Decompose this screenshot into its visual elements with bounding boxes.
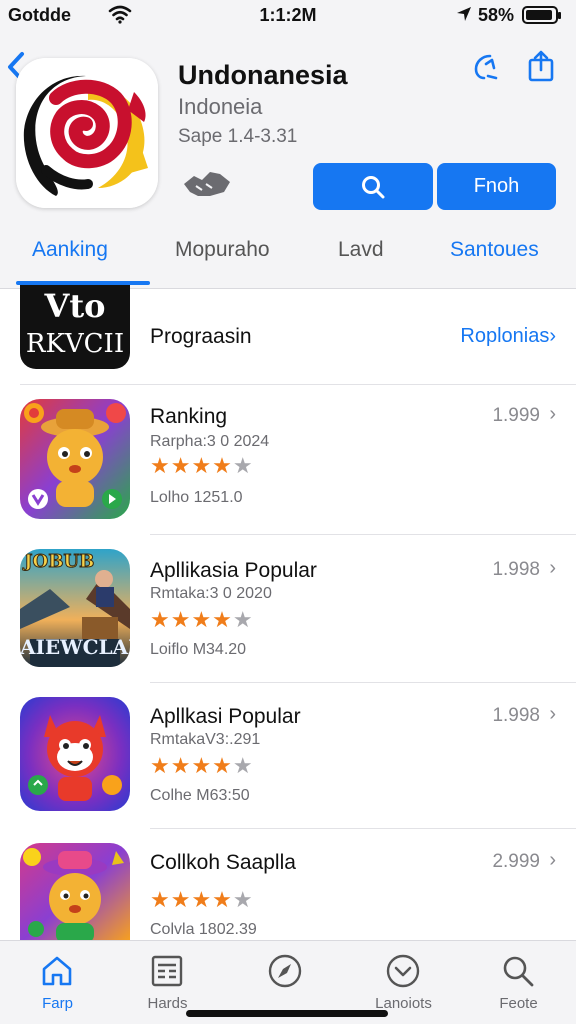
chevron-right-icon: ›: [549, 403, 556, 425]
list-item[interactable]: Apllkasi Popular RmtakaV3:.291 ★★★★★ Col…: [0, 683, 576, 829]
tab-popular[interactable]: Mopuraho: [175, 238, 270, 262]
star-rating: ★★★★★: [150, 887, 254, 913]
tab-bar-label: Feote: [499, 995, 538, 1012]
featured-icon-text-bottom: RKVCII: [25, 329, 125, 359]
chevron-right-icon: ›: [549, 557, 556, 579]
share-activity-icon[interactable]: [470, 52, 500, 82]
app-name: Apllikasia Popular: [150, 559, 317, 582]
featured-app-name: Prograasin: [150, 325, 252, 348]
stars-empty: ★: [232, 753, 254, 778]
app-price: 1.999: [492, 405, 540, 426]
status-bar: Gotdde 1:1:2M 58%: [0, 0, 576, 34]
list-icon: [151, 955, 183, 987]
icon-banner-text: AIEWCLAI: [20, 635, 130, 659]
stars-filled: ★★★★: [150, 887, 233, 912]
star-rating: ★★★★★: [150, 453, 254, 479]
stars-filled: ★★★★: [150, 607, 233, 632]
see-all-link[interactable]: Roplonias›: [460, 325, 556, 348]
house-icon: [42, 956, 72, 986]
app-icon: [16, 58, 158, 208]
app-subtitle: RmtakaV3:.291: [150, 731, 261, 748]
app-subtitle: Rmtaka:3 0 2020: [150, 585, 272, 602]
tab-ranking[interactable]: Aanking: [32, 238, 108, 262]
featured-app-icon: Vto RKVCII: [20, 285, 130, 369]
get-button[interactable]: Fnoh: [437, 163, 556, 210]
app-developer: Indoneia: [178, 94, 263, 119]
app-price: 2.999: [492, 851, 540, 872]
app-name: Collkoh Saaplla: [150, 851, 296, 874]
stars-filled: ★★★★: [150, 753, 233, 778]
location-arrow-icon: [457, 7, 471, 21]
chevron-right-icon: ›: [549, 849, 556, 871]
list-item-featured[interactable]: Vto RKVCII Prograasin Roplonias›: [0, 285, 576, 385]
battery-icon: [522, 6, 561, 24]
app-name: Apllkasi Popular: [150, 705, 301, 728]
tab-see-all[interactable]: Santoues: [450, 238, 539, 262]
app-header: Undonanesia Indoneia Sape 1.4-3.31 Fnoh …: [0, 34, 576, 288]
tab-bar-item-search[interactable]: Feote: [461, 941, 576, 1024]
app-icon-aplkasi-popular: [20, 697, 130, 811]
star-rating: ★★★★★: [150, 607, 254, 633]
hand-gesture-icon: [184, 172, 230, 196]
chevron-right-icon: ›: [549, 703, 556, 725]
battery-percentage: 58%: [478, 5, 515, 25]
search-icon: [503, 956, 534, 987]
app-size: Colvla 1802.39: [150, 921, 257, 938]
app-icon-aplikasia-popular: JOBUB AIEWCLAI: [20, 549, 130, 667]
stars-empty: ★: [232, 887, 254, 912]
app-title: Undonanesia: [178, 60, 348, 90]
app-meta: Sape 1.4-3.31: [178, 126, 298, 147]
app-subtitle: Rarpha:3 0 2024: [150, 433, 270, 450]
icon-title-text: JOBUB: [24, 551, 95, 572]
list-item[interactable]: Collkoh Saaplla ★★★★★ Colvla 1802.39 2.9…: [0, 829, 576, 943]
app-price: 1.998: [492, 705, 540, 726]
app-name: Ranking: [150, 405, 228, 428]
app-size: Loiflo M34.20: [150, 641, 247, 658]
app-icon-ranking: [20, 399, 130, 519]
search-button[interactable]: [313, 163, 433, 210]
share-icon[interactable]: [526, 50, 556, 82]
home-indicator: [186, 1010, 388, 1017]
tab-new[interactable]: Lavd: [338, 238, 384, 262]
segment-tabs: Aanking Mopuraho Lavd Santoues: [0, 230, 576, 288]
app-size: Colhe M63:50: [150, 787, 250, 804]
list-item[interactable]: JOBUB AIEWCLAI Apllikasia Popular Rmtaka…: [0, 535, 576, 683]
stars-empty: ★: [232, 607, 254, 632]
search-icon: [362, 175, 385, 198]
featured-icon-text-top: Vto: [44, 287, 106, 325]
tab-bar-label: Farp: [42, 995, 73, 1012]
star-rating: ★★★★★: [150, 753, 254, 779]
heart-icon: [386, 954, 420, 988]
stars-empty: ★: [232, 453, 254, 478]
app-icon-collkoh-saaplla: [20, 843, 130, 943]
app-price: 1.998: [492, 559, 540, 580]
stars-filled: ★★★★: [150, 453, 233, 478]
tab-bar-item-home[interactable]: Farp: [0, 941, 115, 1024]
list-item[interactable]: Ranking Rarpha:3 0 2024 ★★★★★ Lolho 1251…: [0, 385, 576, 535]
app-size: Lolho 1251.0: [150, 489, 243, 506]
compass-icon: [268, 954, 302, 988]
